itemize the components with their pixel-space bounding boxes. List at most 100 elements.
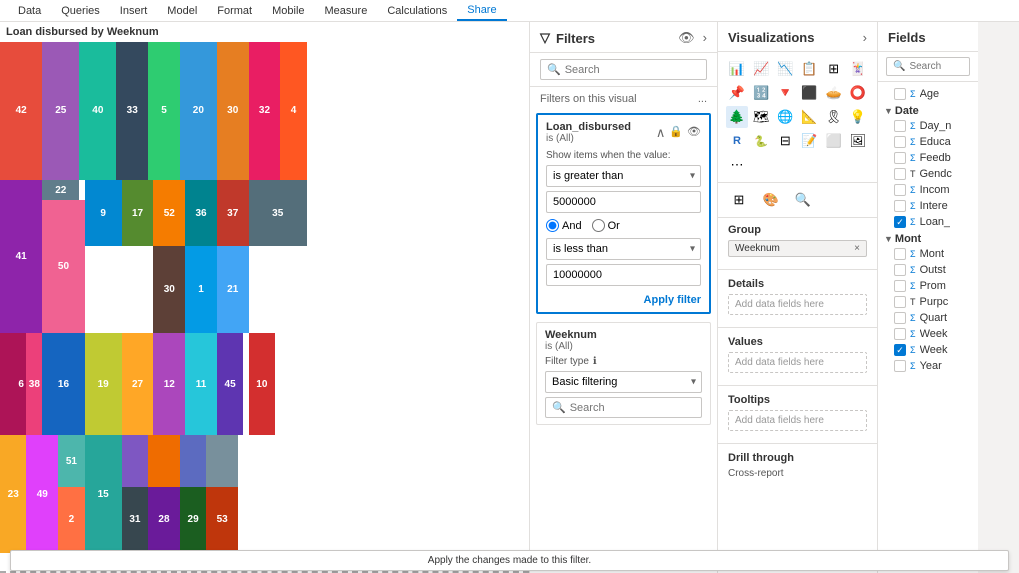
viz-icon-waterfall[interactable]: 📐 bbox=[798, 106, 820, 128]
field-item[interactable]: ✓ Σ Week bbox=[884, 342, 972, 358]
field-checkbox[interactable] bbox=[894, 280, 906, 292]
viz-icon-matrix[interactable]: ⊞ bbox=[823, 58, 845, 80]
filters-more-button[interactable]: ... bbox=[698, 93, 707, 105]
treemap-cell[interactable]: 41 bbox=[0, 180, 42, 333]
viz-icon-ai-insights[interactable]: 💡 bbox=[847, 106, 869, 128]
treemap-cell[interactable]: 16 bbox=[42, 333, 84, 435]
treemap-cell[interactable]: 38 bbox=[26, 333, 42, 435]
viz-icon-pie[interactable]: 🥧 bbox=[823, 82, 845, 104]
or-radio-label[interactable]: Or bbox=[592, 219, 620, 232]
treemap-cell[interactable]: 17 bbox=[122, 180, 154, 246]
treemap-cell[interactable]: 51 bbox=[58, 435, 84, 486]
field-checkbox[interactable] bbox=[894, 360, 906, 372]
viz-icon-scatter[interactable]: ⬛ bbox=[798, 82, 820, 104]
field-item[interactable]: ✓ Σ Loan_ bbox=[884, 214, 972, 230]
treemap-cell[interactable]: 49 bbox=[26, 435, 58, 553]
treemap-cell[interactable]: 29 bbox=[180, 487, 206, 553]
tab-mobile[interactable]: Mobile bbox=[262, 2, 314, 20]
field-item[interactable]: Σ Outst bbox=[884, 262, 972, 278]
field-checkbox[interactable] bbox=[894, 328, 906, 340]
viz-icon-line[interactable]: 📈 bbox=[750, 58, 772, 80]
treemap-cell[interactable]: 50 bbox=[42, 200, 84, 333]
treemap-cell[interactable]: 28 bbox=[148, 487, 180, 553]
field-item[interactable]: T Gendc bbox=[884, 166, 972, 182]
field-item[interactable]: Σ Day_n bbox=[884, 118, 972, 134]
and-radio[interactable] bbox=[546, 219, 559, 232]
tab-model[interactable]: Model bbox=[157, 2, 207, 20]
viz-details-drop[interactable]: Add data fields here bbox=[728, 294, 867, 315]
tab-share[interactable]: Share bbox=[457, 1, 506, 21]
tab-data[interactable]: Data bbox=[8, 2, 51, 20]
tab-insert[interactable]: Insert bbox=[110, 2, 158, 20]
viz-details-title[interactable]: Details bbox=[728, 278, 867, 290]
treemap-cell[interactable]: 35 bbox=[249, 180, 307, 246]
field-checkbox[interactable] bbox=[894, 136, 906, 148]
field-group-item[interactable]: ▼ Date bbox=[884, 102, 972, 118]
field-item[interactable]: Σ Intere bbox=[884, 198, 972, 214]
treemap-cell[interactable]: 11 bbox=[185, 333, 217, 435]
field-checkbox[interactable]: ✓ bbox=[894, 344, 906, 356]
viz-icon-donut[interactable]: ⭕ bbox=[847, 82, 869, 104]
filters-search-input[interactable] bbox=[565, 64, 700, 76]
viz-group-field-remove[interactable]: × bbox=[854, 243, 860, 254]
apply-filter-button[interactable]: Apply filter bbox=[644, 294, 701, 306]
treemap-cell[interactable]: 10 bbox=[249, 333, 275, 435]
viz-icon-filled-map[interactable]: 🌐 bbox=[774, 106, 796, 128]
treemap-cell[interactable]: 9 bbox=[85, 180, 122, 246]
loan-filter-collapse-icon[interactable]: ∧ bbox=[656, 125, 666, 141]
field-checkbox[interactable] bbox=[894, 120, 906, 132]
viz-expand-icon[interactable]: › bbox=[863, 30, 867, 45]
field-item[interactable]: Σ Week bbox=[884, 326, 972, 342]
condition1-value-input[interactable] bbox=[546, 191, 701, 213]
viz-icon-table[interactable]: 📋 bbox=[798, 58, 820, 80]
treemap-cell[interactable]: 52 bbox=[153, 180, 185, 246]
field-checkbox[interactable] bbox=[894, 248, 906, 260]
field-item[interactable]: Σ Quart bbox=[884, 310, 972, 326]
and-radio-label[interactable]: And bbox=[546, 219, 582, 232]
tab-calculations[interactable]: Calculations bbox=[377, 2, 457, 20]
field-group-item[interactable]: ▼ Mont bbox=[884, 230, 972, 246]
viz-format-paint-icon[interactable]: 🎨 bbox=[758, 187, 784, 213]
treemap-cell[interactable]: 22 bbox=[42, 180, 79, 200]
viz-icon-funnel[interactable]: 🔻 bbox=[774, 82, 796, 104]
treemap-cell[interactable]: 19 bbox=[85, 333, 122, 435]
loan-filter-eye-icon[interactable]: 👁 bbox=[687, 125, 701, 141]
field-item[interactable]: Σ Year bbox=[884, 358, 972, 374]
viz-icon-treemap[interactable]: 🌲 bbox=[726, 106, 748, 128]
weeknum-search-input[interactable] bbox=[570, 402, 695, 414]
filters-search-box[interactable]: 🔍 bbox=[540, 59, 707, 80]
treemap-cell[interactable]: 4 bbox=[280, 42, 306, 180]
fields-search-input[interactable] bbox=[909, 61, 963, 72]
treemap-cell[interactable]: 2 bbox=[58, 487, 84, 553]
field-checkbox[interactable] bbox=[894, 312, 906, 324]
treemap-cell[interactable]: 30 bbox=[217, 42, 249, 180]
treemap-cell[interactable]: 12 bbox=[153, 333, 185, 435]
viz-icon-text[interactable]: 📝 bbox=[798, 130, 820, 152]
field-checkbox[interactable] bbox=[894, 184, 906, 196]
treemap-cell[interactable]: 45 bbox=[217, 333, 243, 435]
treemap-cell[interactable]: 42 bbox=[0, 42, 42, 180]
viz-icon-shape[interactable]: ⬜ bbox=[823, 130, 845, 152]
viz-tooltips-drop[interactable]: Add data fields here bbox=[728, 410, 867, 431]
field-item[interactable]: T Purpc bbox=[884, 294, 972, 310]
viz-analytics-icon[interactable]: 🔍 bbox=[790, 187, 816, 213]
treemap-cell[interactable]: 37 bbox=[217, 180, 249, 246]
condition2-value-input[interactable] bbox=[546, 264, 701, 286]
treemap-cell[interactable]: 20 bbox=[180, 42, 217, 180]
tab-queries[interactable]: Queries bbox=[51, 2, 110, 20]
weeknum-filter-type-select[interactable]: Basic filtering Advanced filtering Top N bbox=[545, 371, 702, 393]
viz-drillthrough-title[interactable]: Drill through bbox=[728, 452, 867, 464]
treemap-cell[interactable]: 30 bbox=[153, 246, 185, 333]
field-checkbox[interactable] bbox=[894, 88, 906, 100]
field-item[interactable]: Σ Age bbox=[884, 86, 972, 102]
condition2-operator-select[interactable]: is less than is greater than is equal to bbox=[546, 238, 701, 260]
viz-icon-map[interactable]: 🗺 bbox=[750, 106, 772, 128]
treemap-cell[interactable]: 5 bbox=[148, 42, 180, 180]
treemap-cell[interactable]: 31 bbox=[122, 487, 148, 553]
treemap-cell[interactable]: 53 bbox=[206, 487, 238, 553]
viz-icon-r[interactable]: R bbox=[726, 130, 748, 152]
weeknum-search-box[interactable]: 🔍 bbox=[545, 397, 702, 418]
field-item[interactable]: Σ Incom bbox=[884, 182, 972, 198]
field-checkbox[interactable] bbox=[894, 200, 906, 212]
tab-format[interactable]: Format bbox=[207, 2, 262, 20]
